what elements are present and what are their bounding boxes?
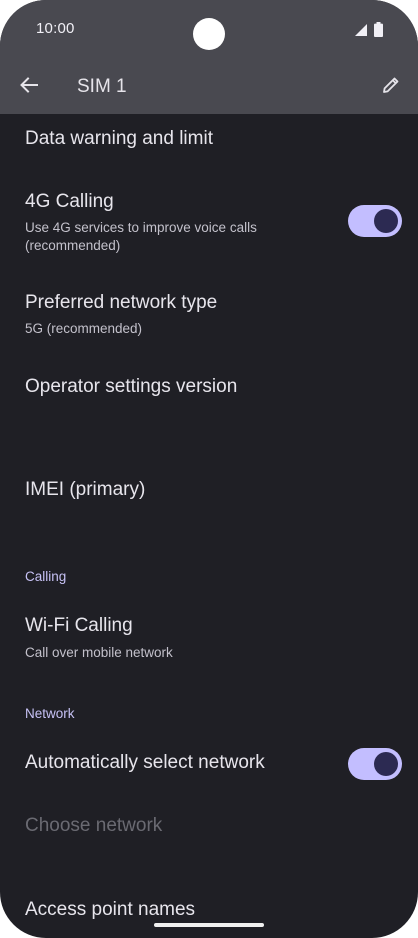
camera-cutout — [193, 18, 225, 50]
imei-row[interactable]: IMEI (primary) — [0, 464, 418, 524]
preferred-network-title: Preferred network type — [25, 292, 218, 313]
choose-network-title: Choose network — [25, 815, 163, 836]
operator-settings-row[interactable]: Operator settings version — [0, 364, 418, 434]
app-header: 10:00 SIM 1 — [0, 0, 418, 114]
toggle-knob — [374, 209, 398, 233]
network-section-header: Network — [25, 706, 75, 721]
preferred-network-row[interactable]: Preferred network type 5G (recommended) — [0, 282, 418, 342]
edit-button[interactable] — [374, 68, 408, 102]
status-bar: 10:00 — [0, 0, 418, 58]
back-button[interactable] — [12, 68, 46, 102]
access-point-names-row[interactable]: Access point names — [0, 888, 418, 934]
calling-4g-row[interactable]: 4G Calling Use 4G services to improve vo… — [0, 180, 418, 260]
home-indicator[interactable] — [154, 923, 264, 927]
arrow-back-icon — [20, 77, 38, 93]
preferred-network-summary: 5G (recommended) — [25, 321, 143, 336]
wifi-calling-summary: Call over mobile network — [25, 645, 173, 660]
auto-select-network-toggle[interactable] — [348, 748, 402, 780]
data-warning-title: Data warning and limit — [25, 128, 213, 149]
choose-network-row: Choose network — [0, 804, 418, 854]
calling-4g-toggle[interactable] — [348, 205, 402, 237]
battery-icon — [374, 22, 383, 37]
calling-section-header: Calling — [25, 569, 67, 584]
status-time: 10:00 — [36, 20, 75, 37]
toggle-knob — [374, 752, 398, 776]
calling-4g-title: 4G Calling — [25, 191, 114, 212]
phone-screen: 10:00 SIM 1 Data warning and limit 4G Ca… — [0, 0, 418, 938]
wifi-calling-title: Wi-Fi Calling — [25, 615, 133, 636]
auto-select-network-row[interactable]: Automatically select network — [0, 738, 418, 792]
imei-title: IMEI (primary) — [25, 479, 146, 500]
wifi-calling-row[interactable]: Wi-Fi Calling Call over mobile network — [0, 604, 418, 666]
toolbar: SIM 1 — [0, 60, 418, 114]
access-point-names-title: Access point names — [25, 899, 196, 920]
page-title: SIM 1 — [77, 76, 127, 97]
auto-select-network-title: Automatically select network — [25, 752, 265, 773]
signal-icon — [355, 23, 367, 36]
operator-settings-title: Operator settings version — [25, 376, 238, 397]
status-icons — [354, 22, 383, 37]
settings-list: Data warning and limit 4G Calling Use 4G… — [0, 114, 418, 938]
data-warning-row[interactable]: Data warning and limit — [0, 114, 418, 168]
calling-4g-summary: Use 4G services to improve voice calls (… — [25, 220, 257, 253]
pencil-edit-icon — [383, 77, 399, 93]
